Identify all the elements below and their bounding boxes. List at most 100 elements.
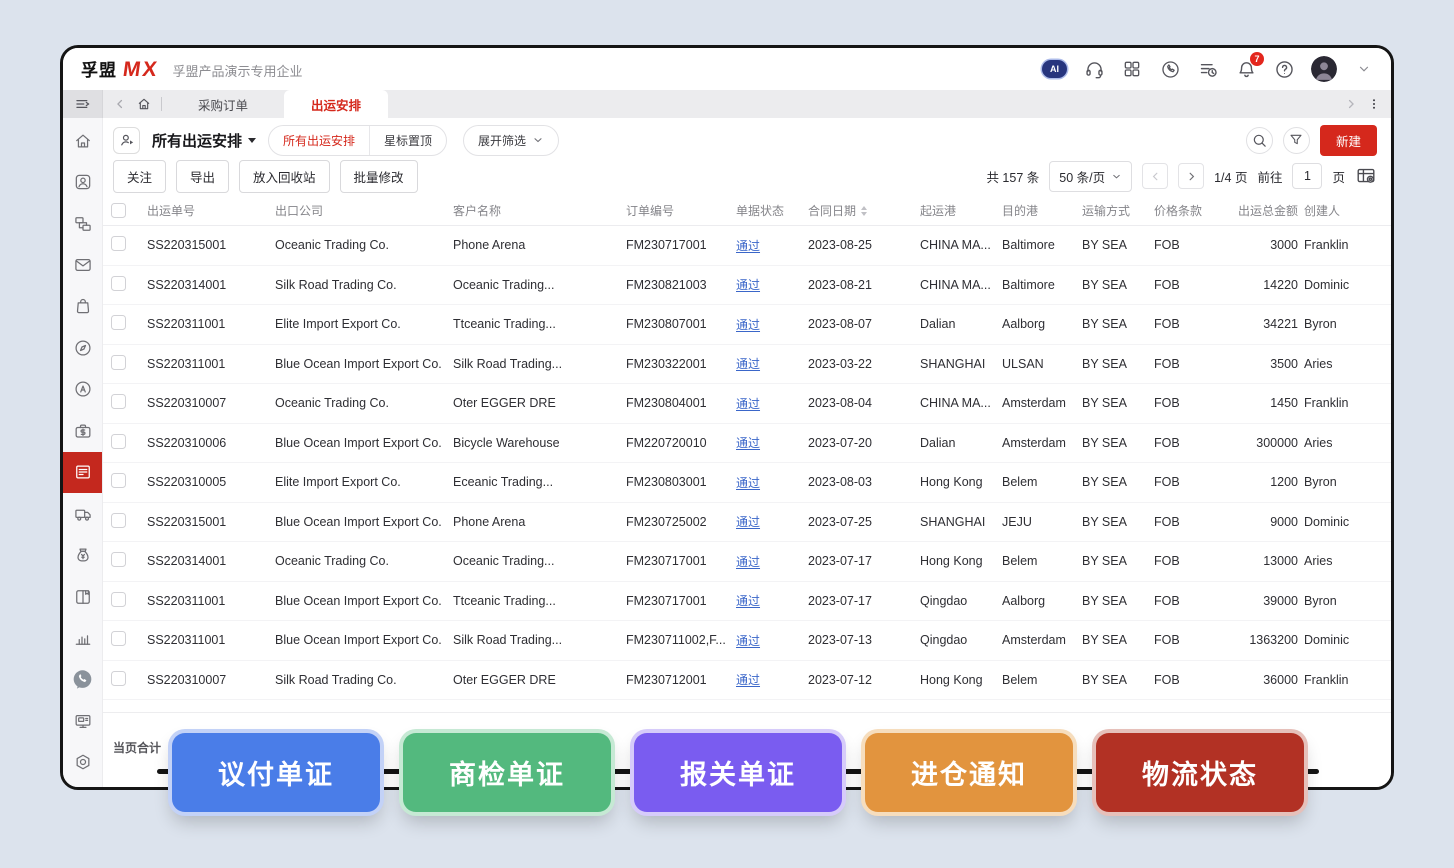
chevron-down-icon[interactable] [1353,58,1375,80]
row-checkbox[interactable] [111,394,147,412]
column-header-9[interactable]: 价格条款 [1154,202,1228,219]
table-row[interactable]: SS220311001Blue Ocean Import Export Co.T… [103,582,1391,622]
table-row[interactable]: SS220315001Blue Ocean Import Export Co.P… [103,503,1391,543]
page-size-select[interactable]: 50 条/页 [1049,161,1132,192]
column-header-2[interactable]: 客户名称 [453,202,626,219]
sidebar-item-bar-chart-icon[interactable] [63,617,102,658]
status-link[interactable]: 通过 [736,434,808,451]
checkbox[interactable] [111,473,126,488]
flow-button-3[interactable]: 进仓通知 [865,733,1073,812]
table-row[interactable]: SS220314001Oceanic Trading Co.Oceanic Tr… [103,542,1391,582]
flow-button-0[interactable]: 议付单证 [172,733,380,812]
whatsapp-icon[interactable] [1159,58,1181,80]
checkbox[interactable] [111,434,126,449]
status-link[interactable]: 通过 [736,474,808,491]
more-options-icon[interactable] [1367,97,1381,111]
toolbar-action-button-2[interactable]: 放入回收站 [239,160,330,193]
sidebar-item-monitor-icon[interactable] [63,700,102,741]
row-checkbox[interactable] [111,355,147,373]
filter-funnel-icon[interactable] [1283,127,1310,154]
help-icon[interactable] [1273,58,1295,80]
row-checkbox[interactable] [111,552,147,570]
column-header-1[interactable]: 出口公司 [275,202,453,219]
row-checkbox[interactable] [111,236,147,254]
table-row[interactable]: SS220314001Silk Road Trading Co.Oceanic … [103,266,1391,306]
column-header-10[interactable]: 出运总金额 [1228,202,1304,219]
status-link[interactable]: 通过 [736,553,808,570]
flow-button-2[interactable]: 报关单证 [634,733,842,812]
table-row[interactable]: SS220310007Silk Road Trading Co.Oter EGG… [103,661,1391,701]
status-link[interactable]: 通过 [736,276,808,293]
flow-button-1[interactable]: 商检单证 [403,733,611,812]
sidebar-collapse-button[interactable] [63,90,103,118]
column-header-7[interactable]: 目的港 [1002,202,1082,219]
checkbox[interactable] [111,631,126,646]
avatar[interactable] [1311,56,1337,82]
status-link[interactable]: 通过 [736,316,808,333]
select-all-checkbox[interactable] [111,203,147,218]
tab-purchase-order[interactable]: 采购订单 [171,90,275,118]
column-header-3[interactable]: 订单编号 [626,202,736,219]
sidebar-item-org-chart-icon[interactable] [63,203,102,244]
status-link[interactable]: 通过 [736,513,808,530]
sidebar-item-contacts-icon[interactable] [63,161,102,202]
toolbar-action-button-3[interactable]: 批量修改 [340,160,418,193]
notification-bell-icon[interactable]: 7 [1235,58,1257,80]
sidebar-item-shipping-doc-icon[interactable] [63,452,102,493]
table-row[interactable]: SS220310006Blue Ocean Import Export Co.B… [103,424,1391,464]
table-row[interactable]: SS220311001Blue Ocean Import Export Co.S… [103,621,1391,661]
table-row[interactable]: SS220311001Elite Import Export Co.Ttcean… [103,305,1391,345]
row-checkbox[interactable] [111,592,147,610]
sidebar-item-notebook-icon[interactable] [63,576,102,617]
sidebar-item-settings-icon[interactable] [63,742,102,783]
ai-assistant-icon[interactable]: AI [1042,60,1067,78]
status-link[interactable]: 通过 [736,237,808,254]
row-checkbox[interactable] [111,473,147,491]
column-header-4[interactable]: 单据状态 [736,202,808,219]
status-link[interactable]: 通过 [736,395,808,412]
search-icon[interactable] [1246,127,1273,154]
headset-icon[interactable] [1083,58,1105,80]
checkbox[interactable] [111,203,126,218]
view-selector[interactable]: 所有出运安排 [152,130,256,151]
status-link[interactable]: 通过 [736,632,808,649]
checkbox[interactable] [111,355,126,370]
sidebar-item-truck-icon[interactable] [63,493,102,534]
checkbox[interactable] [111,315,126,330]
sidebar-item-a-circle-icon[interactable] [63,369,102,410]
status-link[interactable]: 通过 [736,592,808,609]
table-row[interactable]: SS220310007Oceanic Trading Co.Oter EGGER… [103,384,1391,424]
prev-page-button[interactable] [1142,163,1168,189]
sidebar-item-money-bag-icon[interactable] [63,534,102,575]
task-list-icon[interactable] [1197,58,1219,80]
status-link[interactable]: 通过 [736,671,808,688]
toolbar-action-button-1[interactable]: 导出 [176,160,229,193]
checkbox[interactable] [111,236,126,251]
segment-button-0[interactable]: 所有出运安排 [269,126,369,155]
row-checkbox[interactable] [111,631,147,649]
next-page-button[interactable] [1178,163,1204,189]
create-button[interactable]: 新建 [1320,125,1377,156]
sidebar-item-shop-bag-icon[interactable] [63,286,102,327]
row-checkbox[interactable] [111,671,147,689]
goto-page-input[interactable] [1292,163,1322,189]
sidebar-item-whatsapp-filled-icon[interactable] [63,659,102,700]
forward-icon[interactable] [1344,97,1358,111]
checkbox[interactable] [111,552,126,567]
column-header-8[interactable]: 运输方式 [1082,202,1154,219]
column-header-0[interactable]: 出运单号 [147,202,275,219]
person-view-icon[interactable] [113,127,140,154]
expand-filter-button[interactable]: 展开筛选 [463,125,559,156]
row-checkbox[interactable] [111,315,147,333]
row-checkbox[interactable] [111,434,147,452]
row-checkbox[interactable] [111,276,147,294]
toolbar-action-button-0[interactable]: 关注 [113,160,166,193]
column-header-6[interactable]: 起运港 [920,202,1002,219]
flow-button-4[interactable]: 物流状态 [1096,733,1304,812]
table-row[interactable]: SS220311001Blue Ocean Import Export Co.S… [103,345,1391,385]
table-settings-icon[interactable] [1355,165,1377,187]
sidebar-item-compass-icon[interactable] [63,327,102,368]
row-checkbox[interactable] [111,513,147,531]
table-row[interactable]: SS220310005Elite Import Export Co.Eceani… [103,463,1391,503]
sidebar-item-mail-icon[interactable] [63,244,102,285]
